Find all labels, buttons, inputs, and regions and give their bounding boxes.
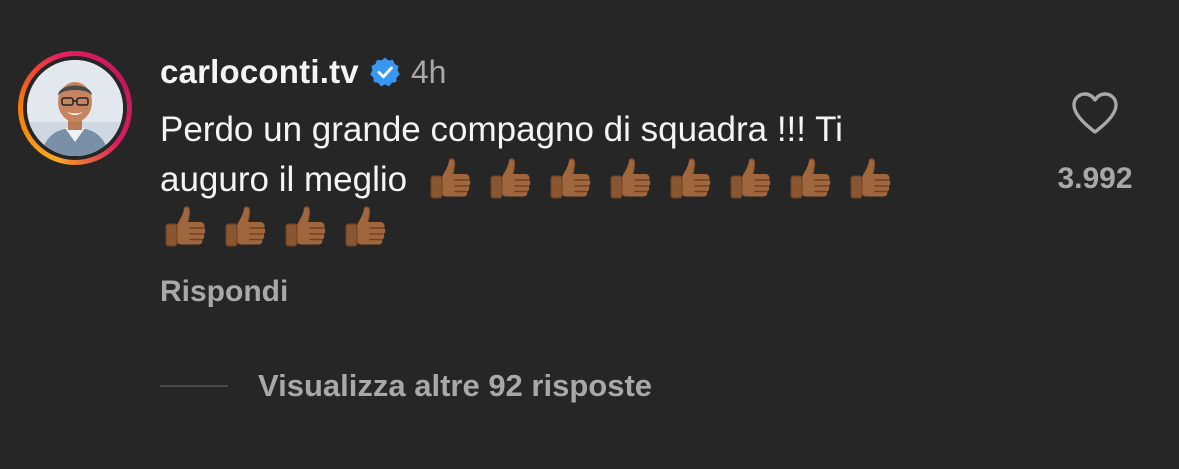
thumbs-up-icon	[545, 155, 595, 205]
username[interactable]: carloconti.tv	[160, 53, 359, 91]
comment-text-line-2: auguro il meglio	[160, 158, 895, 202]
thumbs-up-icon	[665, 155, 715, 205]
thumbs-up-icon	[160, 203, 210, 253]
thumbs-up-icon	[485, 155, 535, 205]
comment-header: carloconti.tv 4h	[160, 52, 446, 92]
thumbs-up-icon	[785, 155, 835, 205]
view-replies[interactable]: Visualizza altre 92 risposte	[160, 364, 652, 408]
thumbs-up-icon	[340, 203, 390, 253]
comment-text-line-3	[160, 206, 390, 250]
emoji-row	[160, 203, 390, 253]
comment-text-line-1: Perdo un grande compagno di squadra !!! …	[160, 110, 843, 149]
timestamp: 4h	[410, 53, 447, 90]
like-area: 3.992	[1040, 90, 1150, 196]
avatar[interactable]	[27, 60, 123, 156]
emoji-row	[425, 155, 895, 205]
story-ring[interactable]	[18, 51, 132, 165]
thumbs-up-icon	[280, 203, 330, 253]
thumbs-up-icon	[725, 155, 775, 205]
view-replies-button[interactable]: Visualizza altre 92 risposte	[258, 368, 652, 404]
heart-icon[interactable]	[1070, 90, 1120, 136]
like-count: 3.992	[1057, 162, 1133, 195]
comment-item: carloconti.tv 4h Perdo un grande compagn…	[0, 0, 1179, 469]
comment-text: auguro il meglio	[160, 160, 408, 199]
reply-button[interactable]: Rispondi	[160, 275, 288, 309]
verified-badge-icon	[369, 56, 401, 88]
thumbs-up-icon	[845, 155, 895, 205]
thumbs-up-icon	[220, 203, 270, 253]
replies-divider	[160, 385, 228, 387]
thumbs-up-icon	[605, 155, 655, 205]
thumbs-up-icon	[425, 155, 475, 205]
